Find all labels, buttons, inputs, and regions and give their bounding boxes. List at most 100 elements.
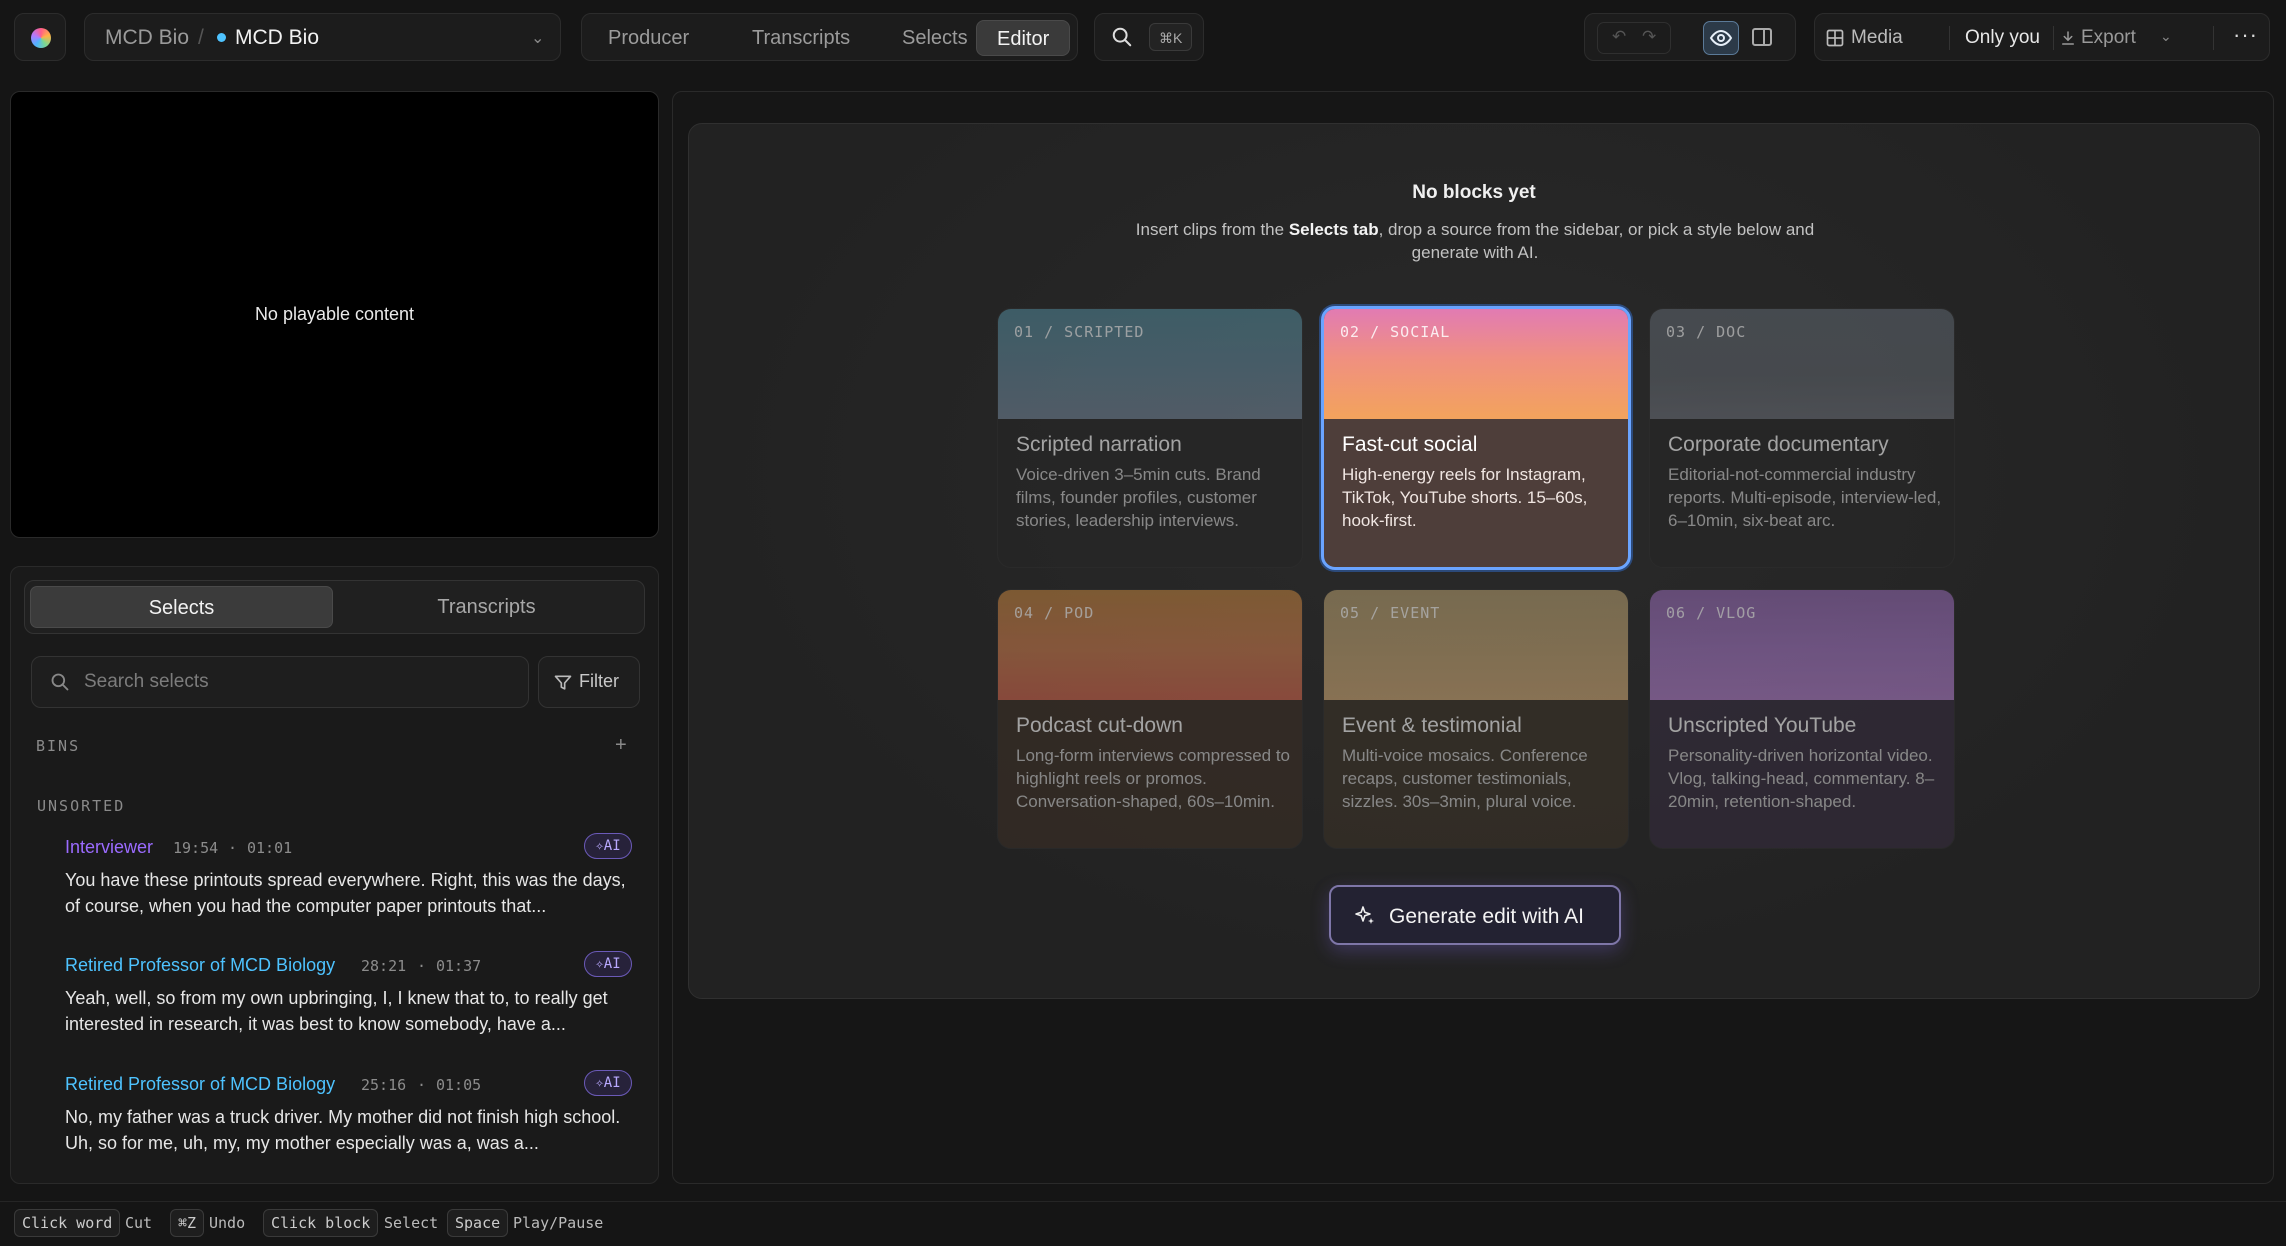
segment-transcripts[interactable]: Transcripts: [335, 586, 638, 628]
media-button[interactable]: Media: [1851, 27, 1903, 49]
filter-icon: [554, 675, 572, 690]
history-view-controls: ↶ ↷: [1584, 13, 1796, 61]
redo-icon[interactable]: ↷: [1642, 27, 1656, 47]
selects-tab-reference: Selects tab: [1288, 220, 1379, 239]
project-switcher[interactable]: MCD Bio / MCD Bio ⌄: [84, 13, 561, 61]
undo-icon[interactable]: ↶: [1612, 27, 1626, 47]
select-duration: 01:37: [436, 957, 482, 975]
tab-selects[interactable]: Selects: [882, 20, 988, 56]
style-card-title: Podcast cut-down: [1016, 714, 1183, 737]
style-card-event[interactable]: 05 / EVENT Event & testimonial Multi-voi…: [1323, 589, 1629, 849]
project-parent[interactable]: MCD Bio: [105, 26, 189, 50]
segment-selects[interactable]: Selects: [30, 586, 333, 628]
download-icon: [2062, 31, 2074, 45]
hint-text: Insert clips from the: [1135, 220, 1289, 239]
tab-editor[interactable]: Editor: [976, 20, 1071, 56]
bins-heading: BINS: [36, 737, 81, 755]
shortcut-action: Play/Pause: [513, 1214, 604, 1232]
preview-toggle[interactable]: [1703, 21, 1739, 55]
ai-badge-label: AI: [603, 1075, 621, 1091]
ai-badge-label: AI: [603, 956, 621, 972]
project-status-dot: [217, 33, 226, 42]
shortcut-key: Click block: [263, 1209, 379, 1237]
style-card-podcast[interactable]: 04 / POD Podcast cut-down Long-form inte…: [997, 589, 1303, 849]
shortcut-action: Undo: [209, 1214, 246, 1232]
style-card-title: Fast-cut social: [1342, 433, 1478, 456]
grid-icon: [1826, 29, 1844, 47]
style-card-vlog[interactable]: 06 / VLOG Unscripted YouTube Personality…: [1649, 589, 1955, 849]
separator-dot: ·: [228, 839, 238, 857]
style-card-social[interactable]: 02 / SOCIAL Fast-cut social High-energy …: [1321, 306, 1631, 570]
tab-producer[interactable]: Producer: [588, 20, 709, 56]
undo-redo-group: ↶ ↷: [1597, 22, 1671, 54]
empty-hint: Insert clips from the Selects tab, drop …: [1109, 218, 1841, 264]
hint-text: , drop a source from the sidebar, or pic…: [1378, 220, 1815, 262]
style-card-title: Unscripted YouTube: [1668, 714, 1857, 737]
select-excerpt: Yeah, well, so from my own upbringing, I…: [65, 988, 608, 1034]
select-item[interactable]: Retired Professor of MCD Biology 28:21 ·…: [11, 945, 658, 1055]
ai-badge: ✧AI: [584, 1070, 632, 1096]
top-bar: MCD Bio / MCD Bio ⌄ Producer Transcripts…: [0, 0, 2286, 76]
ai-badge: ✧AI: [584, 951, 632, 977]
generate-edit-label: Generate edit with AI: [1389, 905, 1584, 928]
shortcut-action: Select: [384, 1214, 439, 1232]
style-card-description: Long-form interviews compressed to highl…: [1016, 746, 1291, 811]
app-logo-icon: [31, 28, 51, 48]
shortcut-key: Click word: [14, 1209, 121, 1237]
editor-canvas: No blocks yet Insert clips from the Sele…: [672, 91, 2274, 1184]
panel-layout-icon[interactable]: [1750, 25, 1774, 49]
divider: [2053, 26, 2054, 50]
search-button[interactable]: ⌘K: [1094, 13, 1204, 61]
style-card-scripted[interactable]: 01 / SCRIPTED Scripted narration Voice-d…: [997, 308, 1303, 568]
project-name: MCD Bio: [235, 26, 320, 49]
chevron-down-icon: ⌄: [531, 30, 545, 47]
ai-badge-label: AI: [603, 838, 621, 854]
shortcut-key: ⌘Z: [170, 1209, 205, 1237]
filter-button[interactable]: Filter: [538, 656, 640, 708]
speaker-name: Retired Professor of MCD Biology: [65, 1074, 336, 1094]
select-item[interactable]: Interviewer 19:54 · 01:01 ✧AI You have t…: [11, 827, 658, 937]
style-card-description: Voice-driven 3–5min cuts. Brand films, f…: [1016, 465, 1261, 530]
select-item[interactable]: Retired Professor of MCD Biology 25:16 ·…: [11, 1064, 658, 1174]
separator-dot: ·: [417, 1076, 427, 1094]
sparkle-icon: ✧: [595, 956, 604, 972]
speaker-name: Interviewer: [65, 837, 154, 857]
style-card-description: Personality-driven horizontal video. Vlo…: [1668, 746, 1935, 811]
search-icon: [51, 673, 69, 691]
speaker-name: Retired Professor of MCD Biology: [65, 955, 336, 975]
style-card-tag: 05 / EVENT: [1340, 604, 1441, 622]
export-button[interactable]: Export: [2081, 27, 2136, 49]
more-options-icon[interactable]: ···: [2233, 22, 2258, 48]
app-window: MCD Bio / MCD Bio ⌄ Producer Transcripts…: [0, 0, 2286, 1246]
app-logo-button[interactable]: [14, 13, 66, 61]
share-visibility-button[interactable]: Only you: [1965, 27, 2040, 49]
style-card-documentary[interactable]: 03 / DOC Corporate documentary Editorial…: [1649, 308, 1955, 568]
divider: [2213, 26, 2214, 50]
panel-segment-control: Selects Transcripts: [24, 580, 645, 634]
generate-edit-button[interactable]: Generate edit with AI: [1329, 885, 1621, 945]
style-card-tag: 01 / SCRIPTED: [1014, 323, 1145, 341]
style-card-title: Event & testimonial: [1342, 714, 1522, 737]
style-card-tag: 04 / POD: [1014, 604, 1095, 622]
separator-dot: ·: [417, 957, 427, 975]
sparkle-icon: ✧: [595, 838, 604, 854]
search-placeholder: Search selects: [84, 671, 209, 692]
add-bin-button[interactable]: +: [615, 734, 627, 757]
actions-bar: Media Only you Export ⌄ ···: [1814, 13, 2270, 61]
search-icon: [1112, 27, 1132, 47]
video-player[interactable]: No playable content: [10, 91, 659, 538]
sparkle-icon: [1355, 906, 1374, 924]
search-selects-input[interactable]: Search selects: [31, 656, 529, 708]
select-duration: 01:01: [247, 839, 293, 857]
style-card-description: Multi-voice mosaics. Conference recaps, …: [1342, 746, 1588, 811]
select-timecode: 25:16: [361, 1076, 407, 1094]
tab-transcripts[interactable]: Transcripts: [732, 20, 870, 56]
empty-title: No blocks yet: [1412, 182, 1536, 203]
select-duration: 01:05: [436, 1076, 482, 1094]
divider: [1949, 26, 1950, 50]
player-empty-message: No playable content: [254, 304, 415, 324]
main-tabs: Producer Transcripts Selects Editor: [581, 13, 1078, 61]
select-timecode: 19:54: [173, 839, 219, 857]
timeline-dropzone[interactable]: No blocks yet Insert clips from the Sele…: [688, 123, 2260, 999]
select-excerpt: You have these printouts spread everywhe…: [65, 870, 626, 916]
